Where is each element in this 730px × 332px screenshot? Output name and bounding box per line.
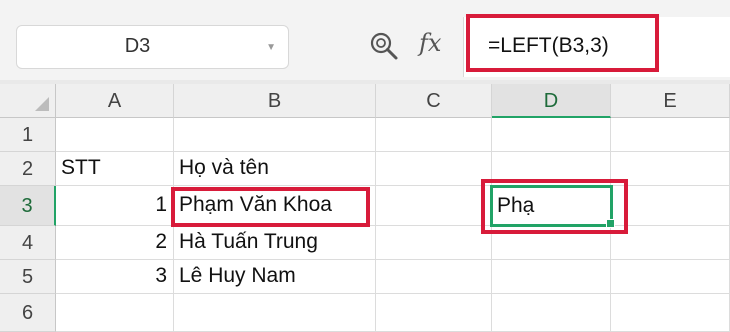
- column-header-d[interactable]: D: [492, 84, 611, 118]
- cell-e5[interactable]: [611, 260, 730, 294]
- formula-highlight-box: [466, 14, 659, 72]
- cell-b2-text: Họ và tên: [179, 156, 269, 179]
- cell-c2[interactable]: [376, 152, 492, 186]
- column-header-b[interactable]: B: [174, 84, 376, 118]
- cell-b4[interactable]: Hà Tuấn Trung: [174, 226, 376, 260]
- cell-c1[interactable]: [376, 118, 492, 152]
- cell-b1[interactable]: [174, 118, 376, 152]
- row-header-6[interactable]: 6: [0, 294, 56, 332]
- cell-a1[interactable]: [56, 118, 174, 152]
- cell-b5[interactable]: Lê Huy Nam: [174, 260, 376, 294]
- cell-c3[interactable]: [376, 186, 492, 226]
- cell-b4-text: Hà Tuấn Trung: [179, 230, 318, 253]
- row-header-1[interactable]: 1: [0, 118, 56, 152]
- cell-c6[interactable]: [376, 294, 492, 332]
- cell-e6[interactable]: [611, 294, 730, 332]
- cell-c4[interactable]: [376, 226, 492, 260]
- cell-a4-text: 2: [155, 230, 167, 253]
- cell-a4[interactable]: 2: [56, 226, 174, 260]
- name-box-value: D3: [124, 35, 151, 57]
- cell-a3-text: 1: [155, 193, 167, 216]
- cell-d6[interactable]: [492, 294, 611, 332]
- cell-e2[interactable]: [611, 152, 730, 186]
- cell-b5-text: Lê Huy Nam: [179, 264, 296, 287]
- zoom-icon[interactable]: [369, 31, 399, 61]
- cell-a2-text: STT: [61, 156, 101, 179]
- cell-a3[interactable]: 1: [56, 186, 174, 226]
- select-all-corner[interactable]: [0, 84, 56, 118]
- cell-e3[interactable]: [611, 186, 730, 226]
- row-header-4[interactable]: 4: [0, 226, 56, 260]
- cell-b6[interactable]: [174, 294, 376, 332]
- cell-c5[interactable]: [376, 260, 492, 294]
- cell-e1[interactable]: [611, 118, 730, 152]
- name-box[interactable]: D3 ▼: [16, 25, 289, 69]
- column-header-a[interactable]: A: [56, 84, 174, 118]
- row-header-5[interactable]: 5: [0, 260, 56, 294]
- column-header-c[interactable]: C: [376, 84, 492, 118]
- source-cell-highlight-box: [171, 187, 370, 227]
- cell-d1[interactable]: [492, 118, 611, 152]
- row-header-2[interactable]: 2: [0, 152, 56, 186]
- cell-b2[interactable]: Họ và tên: [174, 152, 376, 186]
- cell-a5-text: 3: [155, 264, 167, 287]
- fx-icon[interactable]: fx: [419, 29, 441, 57]
- column-header-e[interactable]: E: [611, 84, 730, 118]
- cell-a6[interactable]: [56, 294, 174, 332]
- cell-d5[interactable]: [492, 260, 611, 294]
- cell-a5[interactable]: 3: [56, 260, 174, 294]
- result-cell-highlight-box: [481, 179, 628, 234]
- row-header-3[interactable]: 3: [0, 186, 56, 226]
- chevron-down-icon[interactable]: ▼: [266, 42, 276, 53]
- cell-a2[interactable]: STT: [56, 152, 174, 186]
- cell-e4[interactable]: [611, 226, 730, 260]
